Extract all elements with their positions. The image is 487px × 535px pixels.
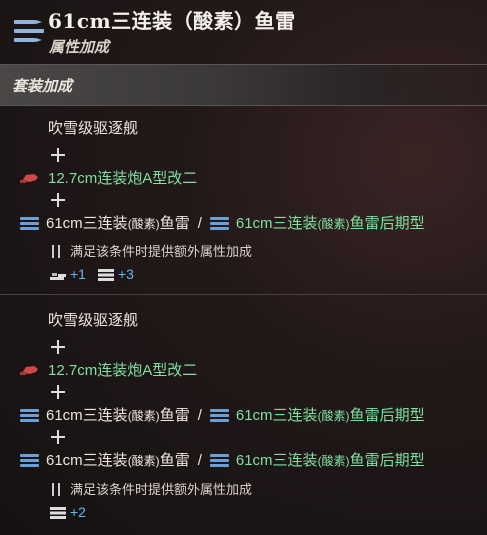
page-title: 61cm三连装（酸素）鱼雷 [48,9,296,33]
torpedo-icon [20,217,39,230]
plus-icon [50,339,66,355]
torpedo-option-a[interactable]: 61cm三连装(酸素)鱼雷 [46,407,190,424]
condition-note: 满足该条件时提供额外属性加成 [52,480,252,500]
condition-note: 满足该条件时提供额外属性加成 [52,242,252,262]
header: 61cm三连装（酸素）鱼雷 属性加成 [0,0,487,62]
torpedo-option-a[interactable]: 61cm三连装(酸素)鱼雷 [46,452,190,469]
torpedo-row: 61cm三连装(酸素)鱼雷 / 61cm三连装(酸素)鱼雷后期型 [20,214,425,234]
plus-icon [50,384,66,400]
torpedo-icon [209,409,229,422]
torpedo-list-icon [14,20,44,42]
firepower-icon [50,273,66,280]
torpedo-icon [20,454,39,467]
gun-icon [20,366,38,375]
ship-class: 吹雪级驱逐舰 [48,120,139,137]
section-header: 套装加成 [0,64,487,106]
set-bonus-group: 吹雪级驱逐舰 12.7cm连装炮A型改二 61cm三连装(酸素)鱼雷 / 61cm… [0,296,487,535]
plus-icon [50,192,66,208]
page-subtitle: 属性加成 [49,39,110,56]
equipment-gun[interactable]: 12.7cm连装炮A型改二 [20,361,197,381]
plus-icon [50,147,66,163]
section-title: 套装加成 [12,78,73,95]
equipment-gun[interactable]: 12.7cm连装炮A型改二 [20,169,197,189]
torpedo-icon [209,217,229,230]
pause-icon [52,483,60,496]
torpedo-option-b[interactable]: 61cm三连装(酸素)鱼雷后期型 [236,215,425,232]
torpedo-stat-icon [50,507,66,519]
torpedo-row: 61cm三连装(酸素)鱼雷 / 61cm三连装(酸素)鱼雷后期型 [20,406,425,426]
torpedo-icon [20,409,39,422]
pause-icon [52,245,60,258]
bonus-row: +2 [50,502,86,522]
gun-icon [20,174,38,183]
plus-icon [50,429,66,445]
separator: / [197,215,202,232]
set-bonus-group: 吹雪级驱逐舰 12.7cm连装炮A型改二 61cm三连装(酸素)鱼雷 / 61cm… [0,104,487,295]
separator: / [197,407,202,424]
torpedo-row: 61cm三连装(酸素)鱼雷 / 61cm三连装(酸素)鱼雷后期型 [20,451,425,471]
torpedo-option-b[interactable]: 61cm三连装(酸素)鱼雷后期型 [236,407,425,424]
torpedo-option-b[interactable]: 61cm三连装(酸素)鱼雷后期型 [236,452,425,469]
gun-name: 12.7cm连装炮A型改二 [48,362,198,379]
ship-class: 吹雪级驱逐舰 [48,312,139,329]
torpedo-icon [209,454,229,467]
separator: / [197,452,202,469]
bonus-row: +1 +3 [50,264,134,284]
torpedo-option-a[interactable]: 61cm三连装(酸素)鱼雷 [46,215,190,232]
torpedo-stat-icon [97,269,114,281]
gun-name: 12.7cm连装炮A型改二 [48,170,198,187]
